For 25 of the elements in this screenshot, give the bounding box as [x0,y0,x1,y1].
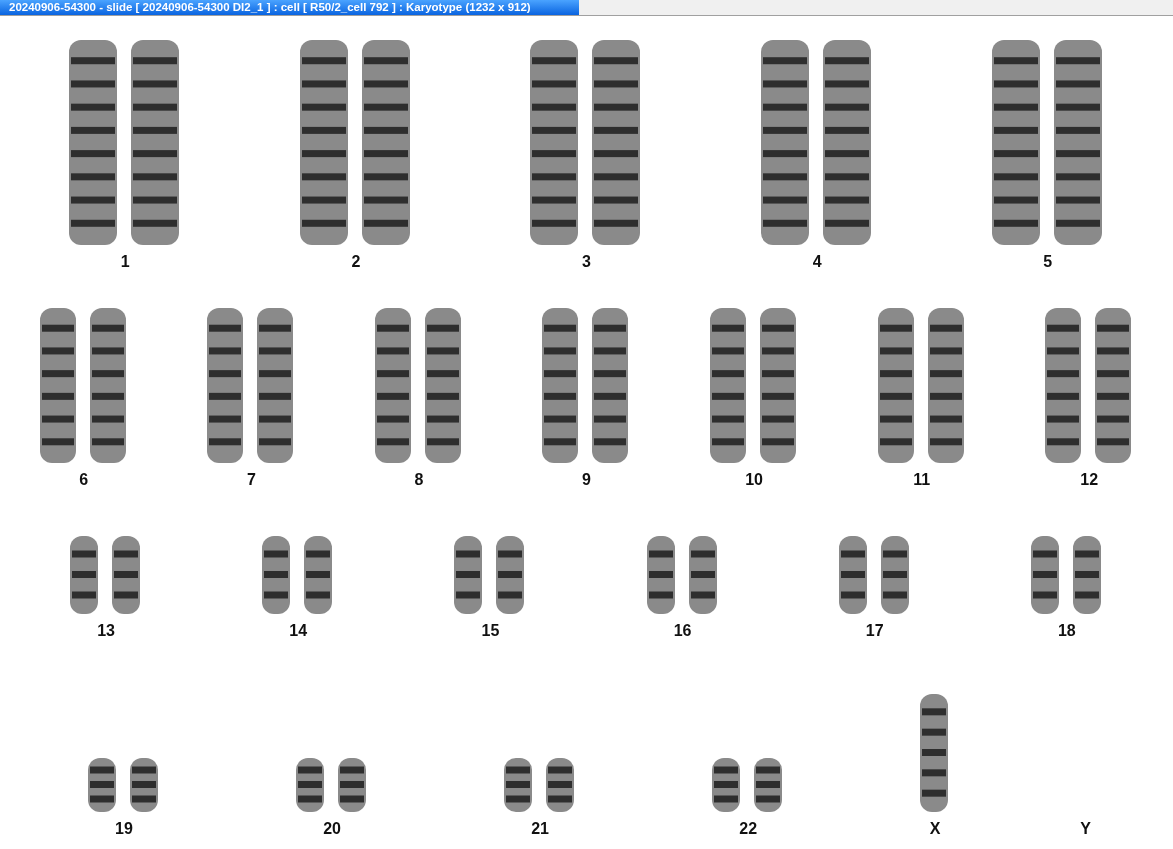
chromosome-label: 16 [673,622,692,640]
chromosome-label: 12 [1080,471,1099,489]
chromosome-label: 18 [1057,622,1076,640]
chromosome-label: 3 [582,253,591,271]
chromosome-label: 4 [812,253,822,271]
chromosome-label: 19 [115,820,133,838]
chromosome-label: 8 [414,471,424,489]
chromosome-label: 15 [481,622,500,640]
chromosome-label: 13 [97,622,115,640]
chromosome-label: 20 [323,820,341,838]
chromosome-label: 17 [865,622,884,640]
window-title: 20240906-54300 - slide [ 20240906-54300 DI2_1 ] : cell [ R50/2_cell 792 ] : Karyotype (1232 x 912) [0,0,579,15]
chromosome-label: 7 [246,471,256,489]
chromosome-label: 9 [582,471,591,489]
chromosome-label: 14 [289,622,308,640]
chromosome-label: 5 [1043,253,1053,271]
chromosome-label: 2 [351,253,361,271]
chromosome-label: 22 [739,820,758,838]
chromosome-label: 11 [913,471,931,489]
chromosome-label: 10 [745,471,763,489]
chromosome-label: X [929,820,941,838]
chromosome-label: 1 [120,253,130,271]
chromosome-label: 21 [531,820,549,838]
chromosome-label: 6 [79,471,89,489]
chromosome-label: Y [1080,820,1091,838]
